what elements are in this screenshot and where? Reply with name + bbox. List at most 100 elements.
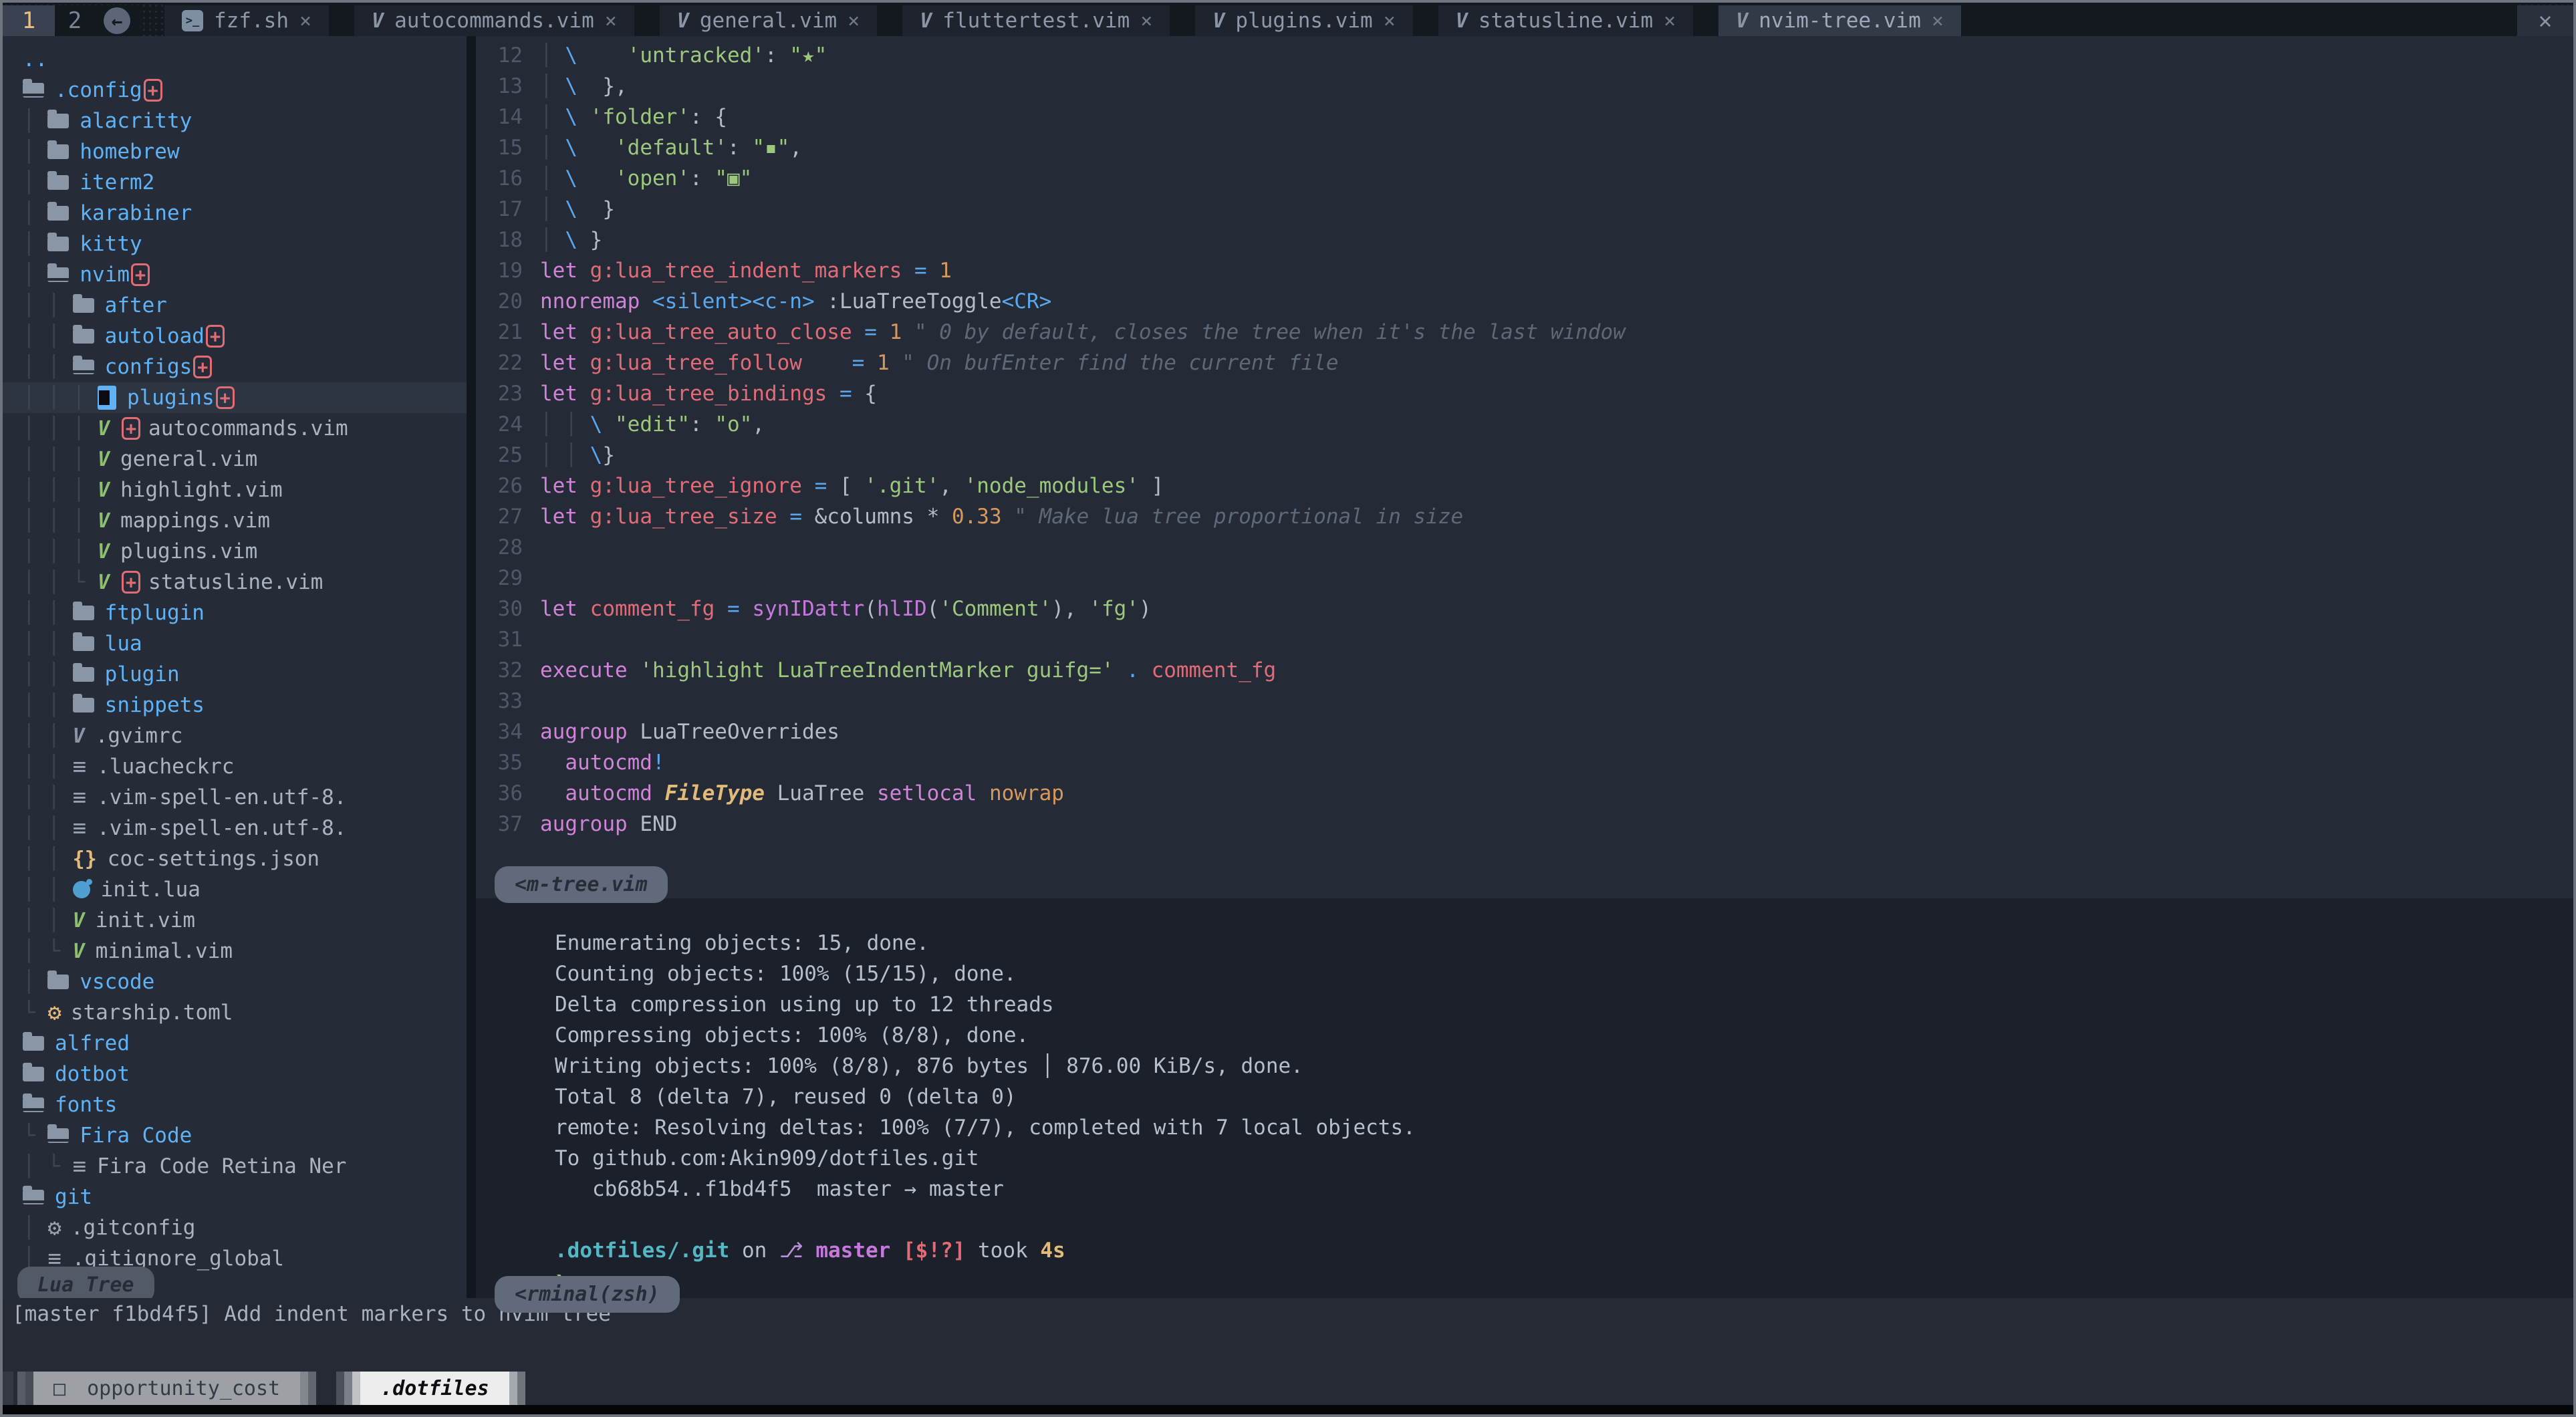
code-line[interactable]: 20nnoremap <silent><c-n> :LuaTreeToggle<… xyxy=(476,286,2573,317)
tree-item-starship.toml[interactable]: └ ⚙starship.toml xyxy=(23,997,467,1028)
code-line[interactable]: 34augroup LuaTreeOverrides xyxy=(476,717,2573,747)
tree-item-plugins[interactable]: │ │ │ plugins+ xyxy=(3,382,467,413)
code-line[interactable]: 28 xyxy=(476,532,2573,563)
tab-statusline.vim[interactable]: Vstatusline.vim× xyxy=(1438,5,1693,36)
code-line[interactable]: 17│ \ } xyxy=(476,194,2573,225)
code-line[interactable]: 27let g:lua_tree_size = &columns * 0.33 … xyxy=(476,501,2573,532)
code-line[interactable]: 18│ \ } xyxy=(476,225,2573,255)
code-text: │ \ }, xyxy=(540,74,628,98)
tree-item-snippets[interactable]: │ │ snippets xyxy=(23,690,467,721)
tab-page-2[interactable]: 2 xyxy=(55,5,95,36)
tree-item-git[interactable]: git xyxy=(23,1182,467,1212)
code-editor[interactable]: 12│ \ 'untracked': "★"13│ \ },14│ \ 'fol… xyxy=(476,36,2573,898)
terminal-line: Total 8 (delta 7), reused 0 (delta 0) xyxy=(555,1081,2573,1112)
tree-item-plugin[interactable]: │ │ plugin xyxy=(23,659,467,690)
gear-icon: ⚙ xyxy=(47,999,61,1026)
tree-item-autocommands.vim[interactable]: │ │ │ V+autocommands.vim xyxy=(23,413,467,444)
code-line[interactable]: 31 xyxy=(476,624,2573,655)
tree-item-alfred[interactable]: alfred xyxy=(23,1028,467,1059)
tree-item-Fira Code[interactable]: └ Fira Code xyxy=(23,1120,467,1151)
code-line[interactable]: 21let g:lua_tree_auto_close = 1 " 0 by d… xyxy=(476,317,2573,348)
tree-item-general.vim[interactable]: │ │ │ Vgeneral.vim xyxy=(23,444,467,475)
tab-close-icon[interactable]: × xyxy=(1664,9,1676,33)
tab-close-icon[interactable]: × xyxy=(848,9,860,33)
code-line[interactable]: 23let g:lua_tree_bindings = { xyxy=(476,378,2573,409)
indent-guides: │ xyxy=(23,1216,47,1240)
tree-item-dotbot[interactable]: dotbot xyxy=(23,1059,467,1089)
expand-icon[interactable]: + xyxy=(193,356,212,378)
tree-item-.gitconfig[interactable]: │ ⚙.gitconfig xyxy=(23,1212,467,1243)
code-line[interactable]: 33 xyxy=(476,686,2573,717)
tree-item-after[interactable]: │ │ after xyxy=(23,290,467,321)
tab-close-icon[interactable]: × xyxy=(1140,9,1152,33)
tab-close-icon[interactable]: × xyxy=(605,9,617,33)
tree-item-plugins.vim[interactable]: │ │ │ Vplugins.vim xyxy=(23,536,467,567)
code-line[interactable]: 12│ \ 'untracked': "★" xyxy=(476,40,2573,71)
back-circle-button[interactable]: ← xyxy=(95,5,139,36)
tree-item-alacritty[interactable]: │ alacritty xyxy=(23,106,467,136)
tree-item-lua[interactable]: │ │ lua xyxy=(23,628,467,659)
tree-item-iterm2[interactable]: │ iterm2 xyxy=(23,167,467,198)
tree-item-karabiner[interactable]: │ karabiner xyxy=(23,198,467,229)
tree-item-Fira Code Retina Ner[interactable]: │ └ ≡Fira Code Retina Ner xyxy=(23,1151,467,1182)
code-line[interactable]: 16│ \ 'open': "▣" xyxy=(476,163,2573,194)
tree-item-.gvimrc[interactable]: │ │ V.gvimrc xyxy=(23,721,467,751)
code-line[interactable]: 30let comment_fg = synIDattr(hlID('Comme… xyxy=(476,594,2573,624)
code-line[interactable]: 29 xyxy=(476,563,2573,594)
tree-item-coc-settings.json[interactable]: │ │ {}coc-settings.json xyxy=(23,844,467,874)
expand-icon[interactable]: + xyxy=(122,571,140,594)
tab-close-icon[interactable]: × xyxy=(299,9,311,33)
tree-item-fonts[interactable]: fonts xyxy=(23,1089,467,1120)
tree-item-highlight.vim[interactable]: │ │ │ Vhighlight.vim xyxy=(23,475,467,505)
tree-item-.config[interactable]: .config+ xyxy=(23,75,467,106)
code-line[interactable]: 36 autocmd FileType LuaTree setlocal now… xyxy=(476,778,2573,809)
code-line[interactable]: 19let g:lua_tree_indent_markers = 1 xyxy=(476,255,2573,286)
tab-autocommands.vim[interactable]: Vautocommands.vim× xyxy=(354,5,634,36)
tab-plugins.vim[interactable]: Vplugins.vim× xyxy=(1195,5,1412,36)
tab-page-1[interactable]: 1 xyxy=(3,5,55,36)
tree-item-ftplugin[interactable]: │ │ ftplugin xyxy=(23,598,467,628)
tmux-window-opportunity_cost[interactable]: □ opportunity_cost xyxy=(17,1372,316,1405)
code-line[interactable]: 25│ │ \} xyxy=(476,440,2573,471)
tree-item-.luacheckrc[interactable]: │ │ ≡.luacheckrc xyxy=(23,751,467,782)
tab-nvim-tree.vim[interactable]: Vnvim-tree.vim× xyxy=(1718,5,1961,36)
tree-item-homebrew[interactable]: │ homebrew xyxy=(23,136,467,167)
code-line[interactable]: 35 autocmd! xyxy=(476,747,2573,778)
tab-fzf.sh[interactable]: >_fzf.sh× xyxy=(164,5,329,36)
tmux-window-.dotfiles[interactable]: .dotfiles xyxy=(336,1372,525,1405)
terminal-pane[interactable]: <m-tree.vim <rminal(zsh) Enumerating obj… xyxy=(476,898,2573,1298)
tree-item-nvim[interactable]: │ nvim+ xyxy=(23,259,467,290)
code-line[interactable]: 26let g:lua_tree_ignore = [ '.git', 'nod… xyxy=(476,471,2573,501)
code-line[interactable]: 13│ \ }, xyxy=(476,71,2573,102)
tree-item-minimal.vim[interactable]: │ └ Vminimal.vim xyxy=(23,936,467,967)
tree-item-kitty[interactable]: │ kitty xyxy=(23,229,467,259)
code-line[interactable]: 32execute 'highlight LuaTreeIndentMarker… xyxy=(476,655,2573,686)
line-number: 23 xyxy=(476,382,523,406)
tree-item-vscode[interactable]: │ vscode xyxy=(23,967,467,997)
tree-item-init.lua[interactable]: │ │ init.lua xyxy=(23,874,467,905)
expand-icon[interactable]: + xyxy=(122,417,140,440)
tree-item-.vim-spell-en.utf-8.[interactable]: │ │ ≡.vim-spell-en.utf-8. xyxy=(23,782,467,813)
window-separator[interactable] xyxy=(467,36,476,1298)
tree-item-.vim-spell-en.utf-8.[interactable]: │ │ ≡.vim-spell-en.utf-8. xyxy=(23,813,467,844)
tab-fluttertest.vim[interactable]: Vfluttertest.vim× xyxy=(902,5,1170,36)
tree-item-mappings.vim[interactable]: │ │ │ Vmappings.vim xyxy=(23,505,467,536)
expand-icon[interactable]: + xyxy=(131,263,150,286)
code-line[interactable]: 14│ \ 'folder': { xyxy=(476,102,2573,132)
code-line[interactable]: 22let g:lua_tree_follow = 1 " On bufEnte… xyxy=(476,348,2573,378)
close-all-button[interactable]: ✕ xyxy=(2517,5,2573,36)
expand-icon[interactable]: + xyxy=(206,325,225,348)
tree-item-init.vim[interactable]: │ │ Vinit.vim xyxy=(23,905,467,936)
expand-icon[interactable]: + xyxy=(144,79,162,102)
tab-general.vim[interactable]: Vgeneral.vim× xyxy=(660,5,877,36)
tree-item-configs[interactable]: │ │ configs+ xyxy=(23,352,467,382)
tree-item-statusline.vim[interactable]: │ │ └ V+statusline.vim xyxy=(23,567,467,598)
tab-close-icon[interactable]: × xyxy=(1932,9,1944,33)
tab-close-icon[interactable]: × xyxy=(1384,9,1396,33)
tree-item-autoload[interactable]: │ │ autoload+ xyxy=(23,321,467,352)
tree-item-..[interactable]: .. xyxy=(23,44,467,75)
code-line[interactable]: 15│ \ 'default': "▪", xyxy=(476,132,2573,163)
code-line[interactable]: 24│ │ \ "edit": "o", xyxy=(476,409,2573,440)
expand-icon[interactable]: + xyxy=(216,386,235,409)
code-line[interactable]: 37augroup END xyxy=(476,809,2573,840)
